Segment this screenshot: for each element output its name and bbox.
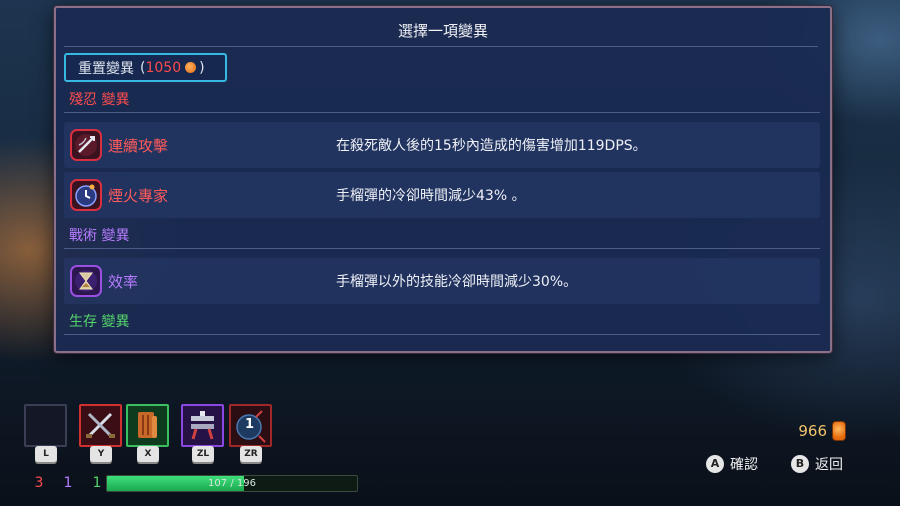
back-hint[interactable]: B 返回 — [791, 454, 843, 474]
slot-y[interactable] — [79, 404, 122, 447]
mutation-row-pyrotechnics[interactable]: 煙火專家 手榴彈的冷卻時間減少43% 。 — [64, 172, 820, 218]
slot-l[interactable] — [24, 404, 67, 447]
slot-x[interactable] — [126, 404, 169, 447]
hourglass-icon — [70, 265, 102, 297]
dialog-title: 選擇一項變異 — [397, 22, 488, 40]
reset-label: 重置變異 — [78, 60, 134, 77]
gold-counter: 966 — [798, 421, 846, 441]
turret-icon — [191, 411, 214, 440]
grenade-count: 1 — [245, 417, 255, 432]
category-divider — [64, 334, 820, 335]
reset-paren-close: ) — [199, 59, 205, 76]
mutation-row-efficiency[interactable]: 效率 手榴彈以外的技能冷卻時間減少30%。 — [64, 258, 820, 304]
slot-zl[interactable] — [181, 404, 224, 447]
health-current: 107 — [208, 478, 228, 489]
back-label: 返回 — [815, 457, 843, 473]
mutation-row-combo[interactable]: 連續攻擊 在殺死敵人後的15秒內造成的傷害增加119DPS。 — [64, 122, 820, 168]
key-y-badge: Y — [90, 446, 112, 462]
category-tactics-label: 戰術 變異 — [69, 228, 130, 244]
a-button-icon: A — [706, 455, 724, 473]
category-survival-label: 生存 變異 — [69, 314, 130, 330]
category-brutality-label: 殘忍 變異 — [69, 92, 130, 108]
gold-icon — [832, 421, 846, 441]
key-x-badge: X — [137, 446, 159, 462]
mutation-select-dialog: 選擇一項變異 重置變異 ( 1050 ) 殘忍 變異 連續攻擊 在殺死敵人後的1… — [54, 6, 832, 353]
mutation-description: 手榴彈的冷卻時間減少43% 。 — [336, 188, 526, 204]
mutation-description: 在殺死敵人後的15秒內造成的傷害增加119DPS。 — [336, 138, 647, 154]
reset-mutations-button[interactable]: 重置變異 ( 1050 ) — [64, 53, 227, 82]
mutation-name: 效率 — [108, 272, 139, 291]
crossbow-icon — [70, 129, 102, 161]
tactics-stat: 1 — [63, 475, 73, 491]
confirm-hint[interactable]: A 確認 — [706, 454, 758, 474]
crossed-swords-icon — [86, 412, 115, 438]
mutation-name: 連續攻擊 — [108, 136, 169, 155]
health-separator: / — [230, 478, 234, 489]
key-zl-badge: ZL — [192, 446, 214, 462]
gold-amount: 966 — [798, 422, 827, 440]
cell-currency-icon — [185, 62, 197, 73]
title-divider — [64, 46, 818, 47]
category-divider — [64, 112, 820, 113]
key-zr-badge: ZR — [240, 446, 262, 462]
health-text: 107 / 196 — [107, 476, 357, 491]
slot-zr[interactable]: 1 — [229, 404, 272, 447]
confirm-label: 確認 — [730, 457, 758, 473]
category-divider — [64, 248, 820, 249]
mutation-name: 煙火專家 — [108, 186, 169, 205]
key-l-badge: L — [35, 446, 57, 462]
scroll-icon — [138, 412, 157, 438]
brutality-stat: 3 — [34, 475, 44, 491]
health-max: 196 — [236, 478, 256, 489]
health-bar: 107 / 196 — [106, 475, 358, 492]
reset-cost: 1050 — [145, 59, 182, 76]
clock-grenade-icon — [70, 179, 102, 211]
b-button-icon: B — [791, 455, 809, 473]
mutation-description: 手榴彈以外的技能冷卻時間減少30%。 — [336, 274, 578, 290]
